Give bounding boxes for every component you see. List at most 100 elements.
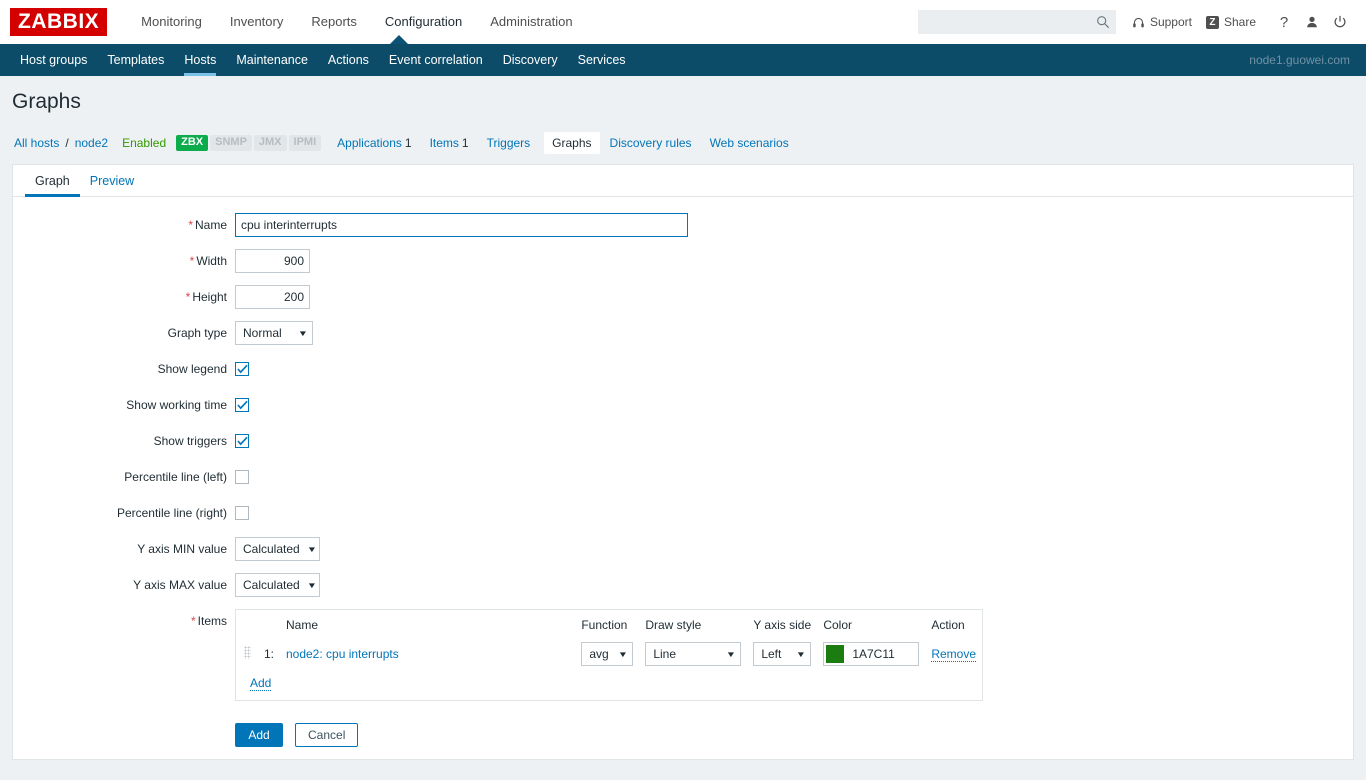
name-input[interactable]: [235, 213, 688, 237]
chevron-down-icon: ▼: [306, 580, 317, 590]
objnav-items-label: Items: [429, 136, 459, 150]
y-axis-max-select[interactable]: Calculated ▼: [235, 573, 320, 597]
color-swatch[interactable]: [826, 645, 845, 663]
label-name-text: Name: [194, 218, 227, 232]
support-label: Support: [1149, 15, 1192, 29]
item-draw-style-select[interactable]: Line ▼: [645, 642, 742, 666]
subnav-item-discovery[interactable]: Discovery: [493, 44, 568, 76]
label-width-text: Width: [196, 254, 227, 268]
objnav-applications-count: 1: [404, 136, 412, 150]
page-title: Graphs: [12, 90, 81, 113]
interface-badges: ZBX SNMP JMX IPMI: [176, 135, 322, 151]
server-name-label: node1.guowei.com: [1249, 53, 1350, 67]
field-row-height: * Height: [13, 285, 1353, 309]
chevron-down-icon: ▼: [796, 649, 807, 659]
row-index: 1:: [263, 647, 274, 661]
tab-preview[interactable]: Preview: [80, 165, 144, 196]
main-navigation: Monitoring Inventory Reports Configurati…: [127, 0, 586, 44]
drag-handle-icon[interactable]: [244, 646, 251, 659]
share-link[interactable]: Z Share: [1205, 15, 1256, 29]
global-search[interactable]: [917, 10, 1116, 34]
objnav-items-count: 1: [461, 136, 469, 150]
graph-form-card: Graph Preview *Name * Width: [12, 164, 1354, 760]
chevron-down-icon: ▼: [726, 649, 737, 659]
objnav-discovery-rules[interactable]: Discovery rules: [610, 136, 692, 150]
percentile-left-checkbox[interactable]: [235, 470, 249, 484]
subnav-item-hosts[interactable]: Hosts: [174, 44, 226, 76]
percentile-right-checkbox[interactable]: [235, 506, 249, 520]
objnav-triggers[interactable]: Triggers: [487, 136, 531, 150]
subnav-item-services[interactable]: Services: [568, 44, 636, 76]
breadcrumb-host[interactable]: node2: [75, 136, 108, 150]
col-action: Action: [931, 618, 965, 632]
search-icon: [1097, 16, 1110, 29]
y-axis-min-value: Calculated: [243, 542, 300, 556]
remove-item-link[interactable]: Remove: [931, 647, 976, 662]
table-row: 1: node2: cpu interrupts avg ▼ Line ▼ Le…: [236, 638, 982, 670]
host-status: Enabled: [122, 136, 167, 150]
required-marker: *: [188, 218, 193, 232]
width-input[interactable]: [235, 249, 310, 273]
items-table-header: Name Function Draw style Y axis side Col…: [236, 610, 982, 638]
col-function: Function: [581, 618, 628, 632]
support-link[interactable]: Support: [1132, 15, 1192, 29]
active-nav-indicator: [390, 35, 408, 44]
nav-item-administration[interactable]: Administration: [476, 0, 586, 44]
cancel-button[interactable]: Cancel: [295, 723, 359, 747]
show-legend-checkbox[interactable]: [235, 362, 249, 376]
objnav-web-scenarios[interactable]: Web scenarios: [710, 136, 789, 150]
nav-item-configuration[interactable]: Configuration: [371, 0, 476, 44]
submit-button[interactable]: Add: [235, 723, 283, 747]
label-show-legend: Show legend: [157, 362, 227, 376]
check-icon: [236, 400, 248, 410]
search-input[interactable]: [918, 11, 1115, 33]
subnav-item-templates[interactable]: Templates: [97, 44, 174, 76]
y-axis-min-select[interactable]: Calculated ▼: [235, 537, 320, 561]
field-row-y-axis-min: Y axis MIN value Calculated ▼: [13, 537, 1353, 561]
graph-type-select[interactable]: Normal ▼: [235, 321, 313, 345]
col-index: [258, 610, 280, 638]
field-row-percentile-right: Percentile line (right): [13, 501, 1353, 525]
item-y-axis-side-select[interactable]: Left ▼: [753, 642, 812, 666]
subnav-item-event-correlation[interactable]: Event correlation: [379, 44, 493, 76]
show-working-time-checkbox[interactable]: [235, 398, 249, 412]
subnav-item-maintenance[interactable]: Maintenance: [226, 44, 318, 76]
user-icon[interactable]: [1298, 8, 1326, 36]
objnav-items[interactable]: Items 1: [430, 136, 469, 150]
page-content: Graphs All hosts / node2 Enabled ZBX SNM…: [0, 76, 1366, 780]
share-label: Share: [1223, 15, 1256, 29]
item-color-field[interactable]: 1A7C11: [823, 642, 920, 666]
badge-zbx: ZBX: [176, 135, 209, 151]
item-function-select[interactable]: avg ▼: [581, 642, 634, 666]
field-row-name: * Name: [13, 213, 1353, 237]
label-percentile-right: Percentile line (right): [116, 506, 227, 520]
objnav-graphs[interactable]: Graphs: [544, 132, 600, 154]
height-input[interactable]: [235, 285, 310, 309]
objnav-applications-label: Applications: [337, 136, 402, 150]
nav-item-reports[interactable]: Reports: [297, 0, 371, 44]
tab-graph[interactable]: Graph: [25, 165, 80, 197]
help-icon[interactable]: ?: [1270, 8, 1298, 36]
subnav-item-host-groups[interactable]: Host groups: [10, 44, 97, 76]
share-icon: Z: [1205, 15, 1219, 29]
host-context-bar: All hosts / node2 Enabled ZBX SNMP JMX I…: [0, 126, 1366, 164]
nav-item-monitoring[interactable]: Monitoring: [127, 0, 216, 44]
col-y-axis-side: Y axis side: [753, 618, 812, 632]
chevron-down-icon: ▼: [297, 328, 309, 338]
chevron-down-icon: ▼: [618, 649, 629, 659]
label-show-triggers: Show triggers: [153, 434, 227, 448]
top-header: ZABBIX Monitoring Inventory Reports Conf…: [0, 0, 1366, 44]
show-triggers-checkbox[interactable]: [235, 434, 249, 448]
item-name-link[interactable]: node2: cpu interrupts: [286, 647, 399, 661]
badge-snmp: SNMP: [210, 135, 252, 151]
zabbix-logo[interactable]: ZABBIX: [10, 8, 108, 36]
power-icon[interactable]: [1326, 8, 1354, 36]
nav-item-inventory[interactable]: Inventory: [216, 0, 297, 44]
chevron-down-icon: ▼: [306, 544, 317, 554]
add-item-link[interactable]: Add: [250, 676, 272, 691]
objnav-applications[interactable]: Applications 1: [337, 136, 411, 150]
breadcrumb-all-hosts[interactable]: All hosts: [14, 136, 59, 150]
subnav-item-actions[interactable]: Actions: [318, 44, 379, 76]
col-name: Name: [285, 618, 318, 632]
field-row-percentile-left: Percentile line (left): [13, 465, 1353, 489]
